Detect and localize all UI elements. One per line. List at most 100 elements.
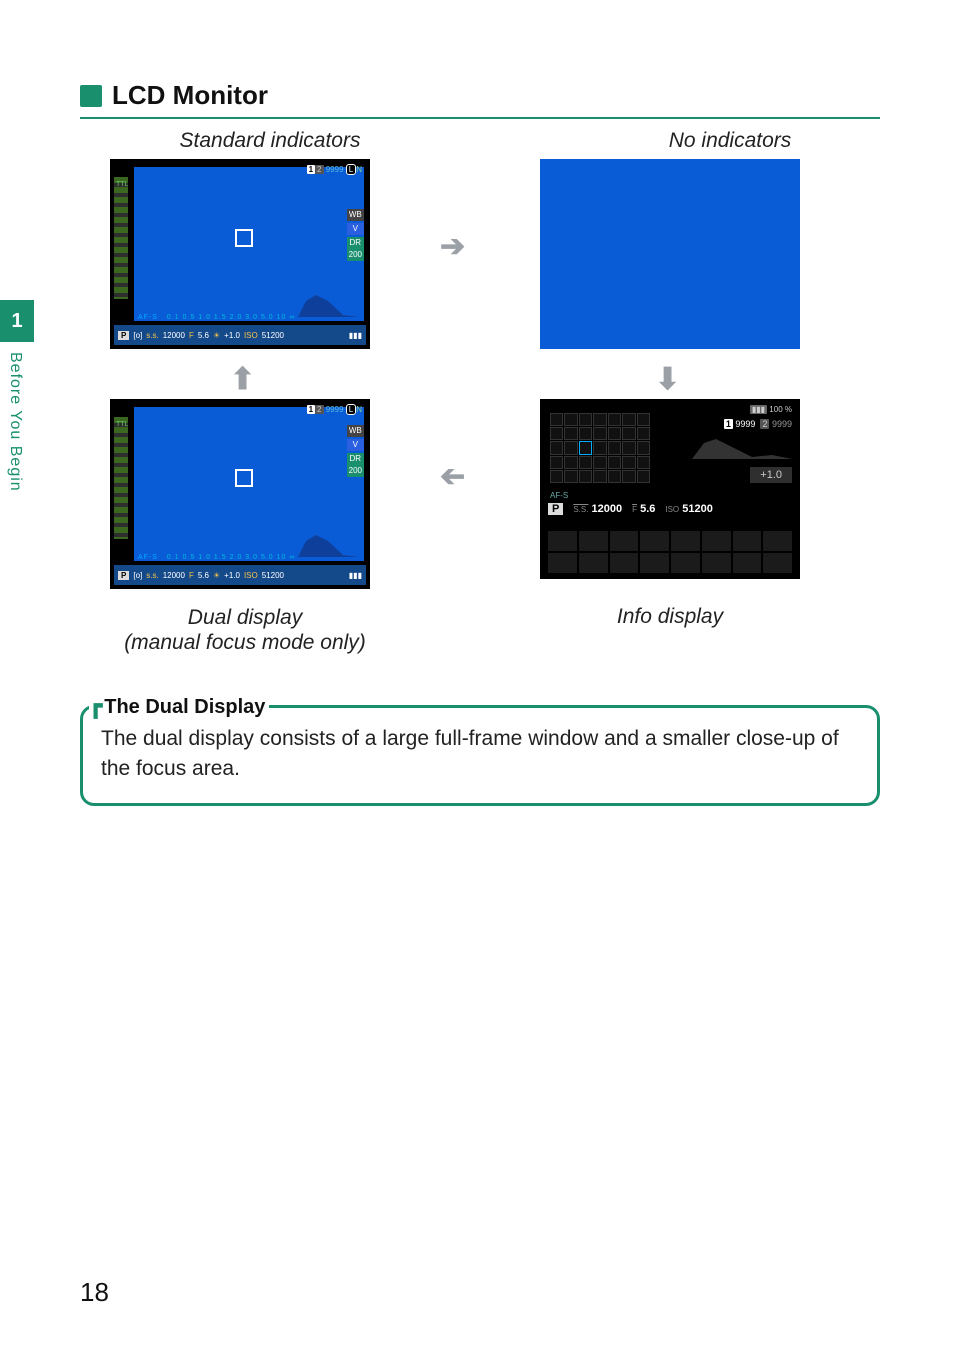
arrow-left-icon: ➔ xyxy=(440,459,465,494)
distance-scale: 0.1 0.5 1.0 1.5 2.0 3.0 5.0 10 ∞ xyxy=(167,554,295,561)
chapter-tab: 1 Before You Begin xyxy=(0,300,34,520)
ev-value: +1.0 xyxy=(224,331,240,340)
exposure-mode: P xyxy=(548,503,563,515)
arrow-right-icon: ➔ xyxy=(440,229,465,264)
arrow-down-icon: ⬇ xyxy=(655,362,680,397)
header-marker-icon xyxy=(80,85,102,107)
battery-percent: 100 xyxy=(769,405,782,414)
flash-ttl-label: TTL xyxy=(116,181,128,188)
metering-icon: [o] xyxy=(133,571,142,580)
screen-info-display: ▮▮▮ 100 % 1 9999 2 9999 AF-S +1.0 P S.S.… xyxy=(540,399,800,579)
card-slot-1-icon: 1 xyxy=(307,405,315,414)
histogram-icon xyxy=(288,291,358,317)
dr-badge: DR200 xyxy=(347,237,364,261)
ss-value: 12000 xyxy=(163,571,185,580)
bottom-info-bar: P [o] s.s.12000 F5.6 ☀+1.0 ISO51200 ▮▮▮ xyxy=(114,565,366,585)
page-number: 18 xyxy=(80,1277,109,1308)
exposure-row: P S.S. 12000 F 5.6 ISO 51200 xyxy=(548,503,792,515)
histogram-icon xyxy=(288,531,358,557)
iso-value: 51200 xyxy=(682,503,713,515)
distance-scale: 0.1 0.5 1.0 1.5 2.0 3.0 5.0 10 ∞ xyxy=(167,314,295,321)
slot1-count: 9999 xyxy=(735,419,755,429)
focus-mode-label: AF-S xyxy=(138,314,158,321)
exposure-mode: P xyxy=(118,331,129,340)
battery-icon: ▮▮▮ xyxy=(750,405,767,414)
aperture-label: F xyxy=(632,505,637,514)
af-frame-icon xyxy=(235,469,253,487)
flash-ttl-label: TTL xyxy=(116,421,128,428)
ev-icon: ☀ xyxy=(213,571,220,580)
bottom-info-bar: P [o] s.s. 12000 F 5.6 ☀ +1.0 ISO 51200 ▮▮▮ xyxy=(114,325,366,345)
card-slot-1-icon: 1 xyxy=(307,165,315,174)
iso-label: ISO xyxy=(665,505,679,514)
distance-scale-row: AF-S 0.1 0.5 1.0 1.5 2.0 3.0 5.0 10 ∞ xyxy=(138,314,295,321)
aperture-value: 5.6 xyxy=(198,331,209,340)
iso-label: ISO xyxy=(244,331,258,340)
image-size-badge: L xyxy=(346,164,356,175)
dr-badge: DR200 xyxy=(347,453,364,477)
aperture-value: 5.6 xyxy=(640,503,655,515)
aperture-value: 5.6 xyxy=(198,571,209,580)
top-status-row: 12 9999 LN xyxy=(307,405,362,414)
distance-scale-row: AF-S 0.1 0.5 1.0 1.5 2.0 3.0 5.0 10 ∞ xyxy=(138,554,295,561)
card-slot-2-icon: 2 xyxy=(760,419,769,429)
ev-value: +1.0 xyxy=(224,571,240,580)
chapter-number: 1 xyxy=(0,300,34,342)
caption-info-display: Info display xyxy=(535,605,805,629)
ev-icon: ☀ xyxy=(213,331,220,340)
card-slot-1-icon: 1 xyxy=(724,419,733,429)
aperture-label: F xyxy=(189,571,194,580)
section-header: LCD Monitor xyxy=(80,80,880,111)
screen-standard-indicators: 12 9999 LN WB V DR200 TTL AF-S 0.1 0.5 1… xyxy=(110,159,370,349)
caption-standard-indicators: Standard indicators xyxy=(80,129,460,153)
callout-title: ┏The Dual Display xyxy=(89,693,269,719)
caption-no-indicators: No indicators xyxy=(580,129,880,153)
card-counts: 1 9999 2 9999 xyxy=(724,419,792,429)
chapter-label: Before You Begin xyxy=(0,352,24,492)
arrow-up-icon: ⬆ xyxy=(230,362,255,397)
image-size-badge: L xyxy=(346,404,356,415)
af-frame-icon xyxy=(235,229,253,247)
film-sim-icon: V xyxy=(347,439,364,451)
display-mode-diagram: ➔ ⬇ ➔ ⬆ 12 9999 LN WB V DR200 xyxy=(80,159,880,599)
caption-dual-display: Dual display(manual focus mode only) xyxy=(80,605,410,655)
af-point-grid xyxy=(550,413,650,483)
screen-dual-display: 12 9999 LN WB V DR200 TTL AF-S 0.1 0.5 1… xyxy=(110,399,370,589)
frames-remaining: 9999 xyxy=(326,165,344,174)
wb-icon: WB xyxy=(347,209,364,221)
histogram-icon xyxy=(682,435,792,459)
wb-icon: WB xyxy=(347,425,364,437)
blank-live-view xyxy=(540,159,800,349)
slot2-count: 9999 xyxy=(772,419,792,429)
right-status-column: WB V DR200 xyxy=(347,425,364,477)
exposure-scale-icon xyxy=(114,417,128,539)
aperture-label: F xyxy=(189,331,194,340)
ev-value: +1.0 xyxy=(750,467,792,483)
header-underline xyxy=(80,117,880,119)
iso-value: 51200 xyxy=(262,331,284,340)
image-quality: N xyxy=(356,405,362,414)
battery-row: ▮▮▮ 100 % xyxy=(750,405,792,414)
screen-no-indicators xyxy=(540,159,800,349)
dual-display-callout: ┏The Dual Display The dual display consi… xyxy=(80,705,880,806)
battery-icon: ▮▮▮ xyxy=(349,331,362,340)
af-point-selected xyxy=(579,441,592,454)
right-status-column: WB V DR200 xyxy=(347,209,364,261)
focus-mode-label: AF-S xyxy=(550,491,568,500)
card-slot-2-icon: 2 xyxy=(315,165,323,174)
battery-icon: ▮▮▮ xyxy=(349,571,362,580)
film-sim-icon: V xyxy=(347,223,364,235)
callout-body: The dual display consists of a large ful… xyxy=(101,724,859,785)
card-slot-2-icon: 2 xyxy=(315,405,323,414)
ss-label: s.s. xyxy=(146,331,158,340)
exposure-mode: P xyxy=(118,571,129,580)
focus-mode-label: AF-S xyxy=(138,554,158,561)
iso-label: ISO xyxy=(244,571,258,580)
top-status-row: 12 9999 LN xyxy=(307,165,362,174)
iso-value: 51200 xyxy=(262,571,284,580)
frames-remaining: 9999 xyxy=(326,405,344,414)
section-title: LCD Monitor xyxy=(112,80,268,111)
info-tile-grid xyxy=(548,531,792,573)
metering-icon: [o] xyxy=(133,331,142,340)
ss-value: 12000 xyxy=(163,331,185,340)
